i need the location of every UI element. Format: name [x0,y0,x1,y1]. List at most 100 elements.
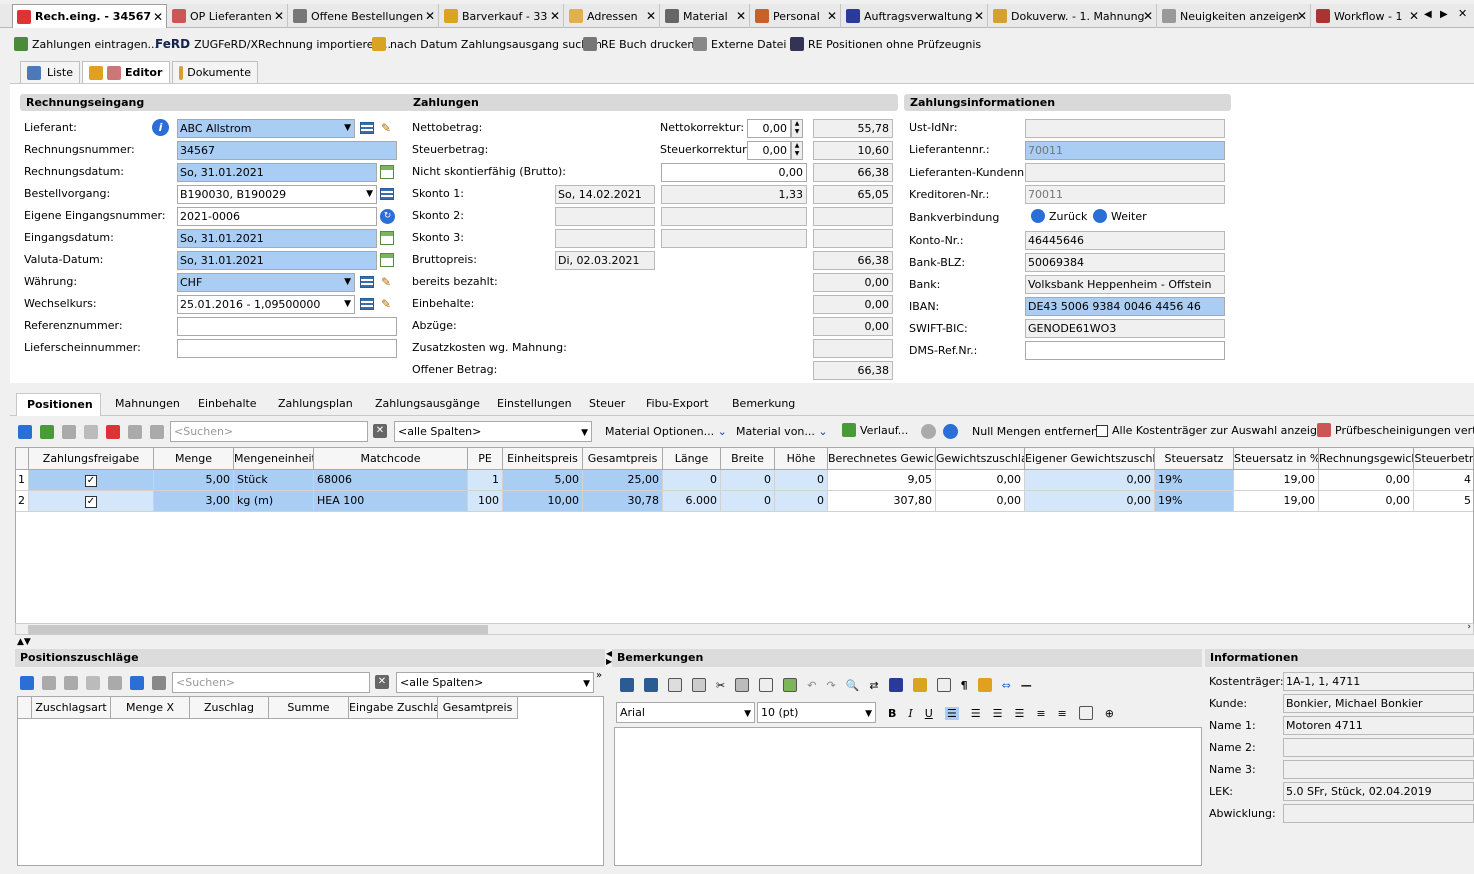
tab-fibu-export[interactable]: Fibu-Export [642,393,713,416]
remove-row-icon[interactable] [106,425,120,439]
col-header[interactable]: Matchcode [314,448,468,470]
italic-icon[interactable]: I [908,707,912,720]
positions-columns-combo[interactable]: <alle Spalten> ▼ [394,421,592,442]
grid-icon[interactable] [130,676,144,690]
ust-idnr-field[interactable] [1025,119,1225,138]
col-header[interactable]: Eigener Gewichtszuschlag [1025,448,1155,470]
close-icon[interactable]: ✕ [1297,9,1307,23]
eingangsdatum-field[interactable]: So, 31.01.2021 [177,229,377,248]
skonto1-date-field[interactable]: So, 14.02.2021 [555,185,655,204]
tab-mahnungen[interactable]: Mahnungen [111,393,184,416]
cell-breite[interactable]: 0 [721,470,775,491]
view-tab-editor[interactable]: Editor [82,61,170,83]
calendar-icon[interactable] [380,253,394,267]
abwicklung-field[interactable] [1283,804,1474,823]
tab-zahlungsausgaenge[interactable]: Zahlungsausgänge [371,393,484,416]
font-combo[interactable]: Arial ▼ [616,702,755,723]
align-center-icon[interactable]: ☰ [971,707,981,720]
cell-hoehe[interactable]: 0 [775,470,828,491]
border-icon[interactable] [1078,706,1093,720]
delete-icon[interactable] [86,676,100,690]
font-size-combo[interactable]: 10 (pt) ▼ [757,702,876,723]
copy-row-icon[interactable] [42,676,56,690]
bullet-list-icon[interactable]: ≡ [1058,707,1067,720]
tab-rechnungseingang[interactable]: Rech.eing. - 34567 ✕ [12,4,167,28]
col-header[interactable]: Berechnetes Gewicht [828,448,936,470]
name2-field[interactable] [1283,738,1474,757]
tab-auftragsverwaltung[interactable]: Auftragsverwaltung ✕ [842,4,988,28]
tab-neuigkeiten[interactable]: Neuigkeiten anzeigen ✕ [1158,4,1311,28]
skonto3-amount-field[interactable] [661,229,807,248]
close-icon[interactable]: ✕ [736,9,746,23]
cell-pe[interactable]: 1 [468,470,503,491]
col-header[interactable]: Steuersatz [1155,448,1234,470]
replace-icon[interactable]: ⇄ [869,679,878,692]
close-icon[interactable]: ✕ [1143,9,1153,23]
zuschlag-search-input[interactable]: <Suchen> [172,672,370,693]
verlauf-button[interactable]: Verlauf... [842,423,908,437]
close-icon[interactable]: ✕ [646,9,656,23]
arrows-icon[interactable]: ⇔ [1002,679,1011,692]
nettokorrektur-field[interactable]: 0,00 [747,119,791,138]
save-icon[interactable] [64,676,78,690]
tab-scroll-right-icon[interactable]: ▶ [1440,9,1448,20]
delete-icon[interactable] [84,425,98,439]
re-positionen-button[interactable]: RE Positionen ohne Prüfzeugnis [790,37,981,51]
calendar-icon[interactable] [380,165,394,179]
view-tab-dokumente[interactable]: Dokumente [172,61,258,83]
calendar-icon[interactable] [380,231,394,245]
tab-bemerkung[interactable]: Bemerkung [728,393,799,416]
tab-adressen[interactable]: Adressen ✕ [565,4,660,28]
steuerkorrektur-field[interactable]: 0,00 [747,141,791,160]
arrow-down-circle-icon[interactable] [943,424,958,439]
pruefbescheinigungen-button[interactable]: Prüfbescheinigungen verteile [1317,423,1474,437]
splitter-arrows-icon[interactable]: ▲▼ [17,638,31,647]
tab-personal[interactable]: Personal ✕ [751,4,841,28]
remove-row-icon[interactable] [108,676,122,690]
horizontal-scrollbar[interactable]: › [15,622,1474,635]
alle-kostentraeger-checkbox[interactable]: Alle Kostenträger zur Auswahl anzeigen [1096,424,1331,437]
zahlungsfreigabe-cell[interactable]: ✓ [29,470,154,491]
nettokorrektur-spinner[interactable]: ▲ ▼ [791,119,803,138]
rechnungsnummer-field[interactable]: 34567 [177,141,397,160]
close-icon[interactable]: ✕ [550,9,560,23]
bank-field[interactable]: Volksbank Heppenheim - Offstein [1025,275,1225,294]
rechnungsdatum-field[interactable]: So, 31.01.2021 [177,163,377,182]
circle-gray-icon[interactable] [921,424,936,439]
undo-icon[interactable]: ↶ [807,679,816,692]
add-row-icon[interactable] [20,676,34,690]
lieferanten-kundennr-field[interactable] [1025,163,1225,182]
cell-gesamtpreis[interactable]: 30,78 [583,491,663,512]
clear-search-icon[interactable]: ✕ [375,675,389,689]
info-icon[interactable]: i [152,119,169,136]
word-import-icon[interactable] [620,678,634,692]
col-header[interactable]: Rechnungsgewicht [1319,448,1414,470]
cell-eigener-zuschlag[interactable]: 0,00 [1025,491,1155,512]
add-row-icon[interactable] [18,425,32,439]
clear-search-icon[interactable]: ✕ [373,424,387,438]
swift-bic-field[interactable]: GENODE61WO3 [1025,319,1225,338]
checkbox-checked[interactable]: ✓ [85,475,97,487]
col-header[interactable]: Gesamtpreis [438,697,518,719]
material-von-button[interactable]: Material von... ⌄ [736,425,828,438]
close-icon[interactable]: ✕ [425,9,435,23]
checkbox-checked[interactable]: ✓ [85,496,97,508]
zahlungen-eintragen-button[interactable]: Zahlungen eintragen... [14,37,158,51]
cell-steuersatz-pct[interactable]: 19,00 [1234,470,1319,491]
cell-einheit[interactable]: kg (m) [234,491,314,512]
skonto1-amount-field[interactable]: 1,33 [661,185,807,204]
cell-berechnetes-gewicht[interactable]: 307,80 [828,491,936,512]
cell-hoehe[interactable]: 0 [775,491,828,512]
col-header[interactable]: Menge X [111,697,190,719]
close-icon[interactable]: ✕ [274,9,284,23]
grid-lookup-icon[interactable] [360,276,374,288]
cell-menge[interactable]: 3,00 [154,491,234,512]
re-buch-drucken-button[interactable]: RE Buch drucken [583,37,694,51]
cell-menge[interactable]: 5,00 [154,470,234,491]
cell-einheitspreis[interactable]: 10,00 [503,491,583,512]
cell-gewichtszuschlag[interactable]: 0,00 [936,470,1025,491]
cell-pe[interactable]: 100 [468,491,503,512]
col-header[interactable]: Höhe [775,448,828,470]
word-export-icon[interactable] [644,678,658,692]
cell-laenge[interactable]: 6.000 [663,491,721,512]
